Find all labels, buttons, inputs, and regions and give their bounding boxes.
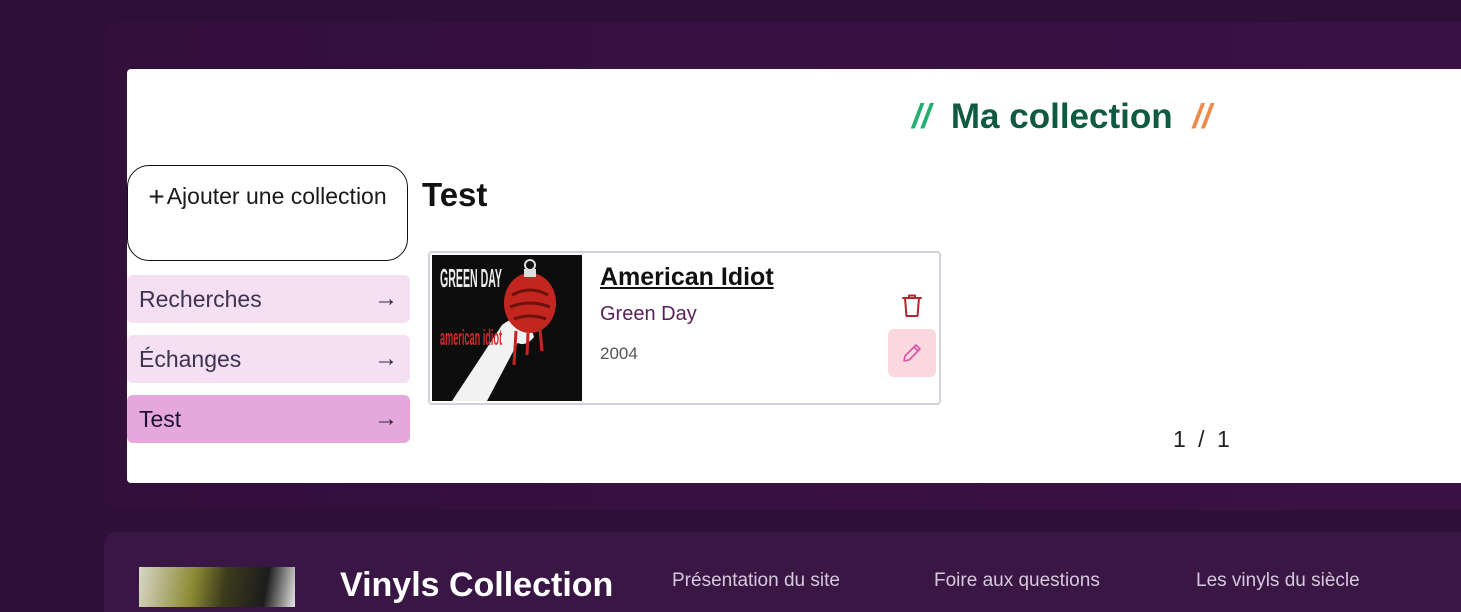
pagination-indicator: 1 / 1	[1173, 426, 1230, 452]
title-slash-right: //	[1192, 97, 1212, 136]
sidebar-item-label: Recherches	[139, 285, 262, 312]
delete-button[interactable]	[900, 293, 924, 319]
cover-text-bottom: american idiot	[440, 325, 502, 350]
sidebar-item-echanges[interactable]: Échanges →	[127, 335, 410, 383]
trash-icon	[902, 294, 922, 317]
plus-icon: +	[148, 181, 165, 212]
album-cover-art: GREEN DAY american idiot	[432, 255, 582, 401]
cover-text-top: GREEN DAY	[440, 263, 502, 293]
sidebar-item-label: Test	[139, 405, 182, 432]
edit-button[interactable]	[888, 329, 936, 377]
title-slash-left: //	[912, 97, 931, 136]
add-collection-label: Ajouter une collection	[166, 183, 387, 209]
footer-logo-image	[139, 567, 295, 607]
page-title: // Ma collection //	[912, 96, 1212, 138]
sidebar-item-recherches[interactable]: Recherches →	[127, 275, 410, 323]
pencil-icon	[903, 344, 921, 362]
arrow-right-icon: →	[374, 285, 398, 312]
footer-link-presentation[interactable]: Présentation du site	[672, 570, 840, 592]
arrow-right-icon: →	[374, 405, 398, 432]
add-collection-button[interactable]: +Ajouter une collection	[127, 165, 408, 261]
page-title-text: Ma collection	[950, 97, 1173, 136]
collection-name-heading: Test	[422, 176, 488, 213]
album-artist: Green Day	[600, 303, 697, 325]
footer-link-vinyls-siecle[interactable]: Les vinyls du siècle	[1196, 570, 1360, 592]
sidebar-item-test[interactable]: Test →	[127, 395, 410, 443]
sidebar-item-label: Échanges	[139, 345, 242, 372]
arrow-right-icon: →	[374, 345, 398, 372]
footer-link-faq[interactable]: Foire aux questions	[934, 570, 1100, 592]
album-cover[interactable]: GREEN DAY american idiot	[432, 255, 582, 401]
album-card: GREEN DAY american idiot American Idiot …	[428, 251, 941, 405]
album-title-link[interactable]: American Idiot	[600, 263, 774, 292]
album-year: 2004	[600, 344, 638, 363]
